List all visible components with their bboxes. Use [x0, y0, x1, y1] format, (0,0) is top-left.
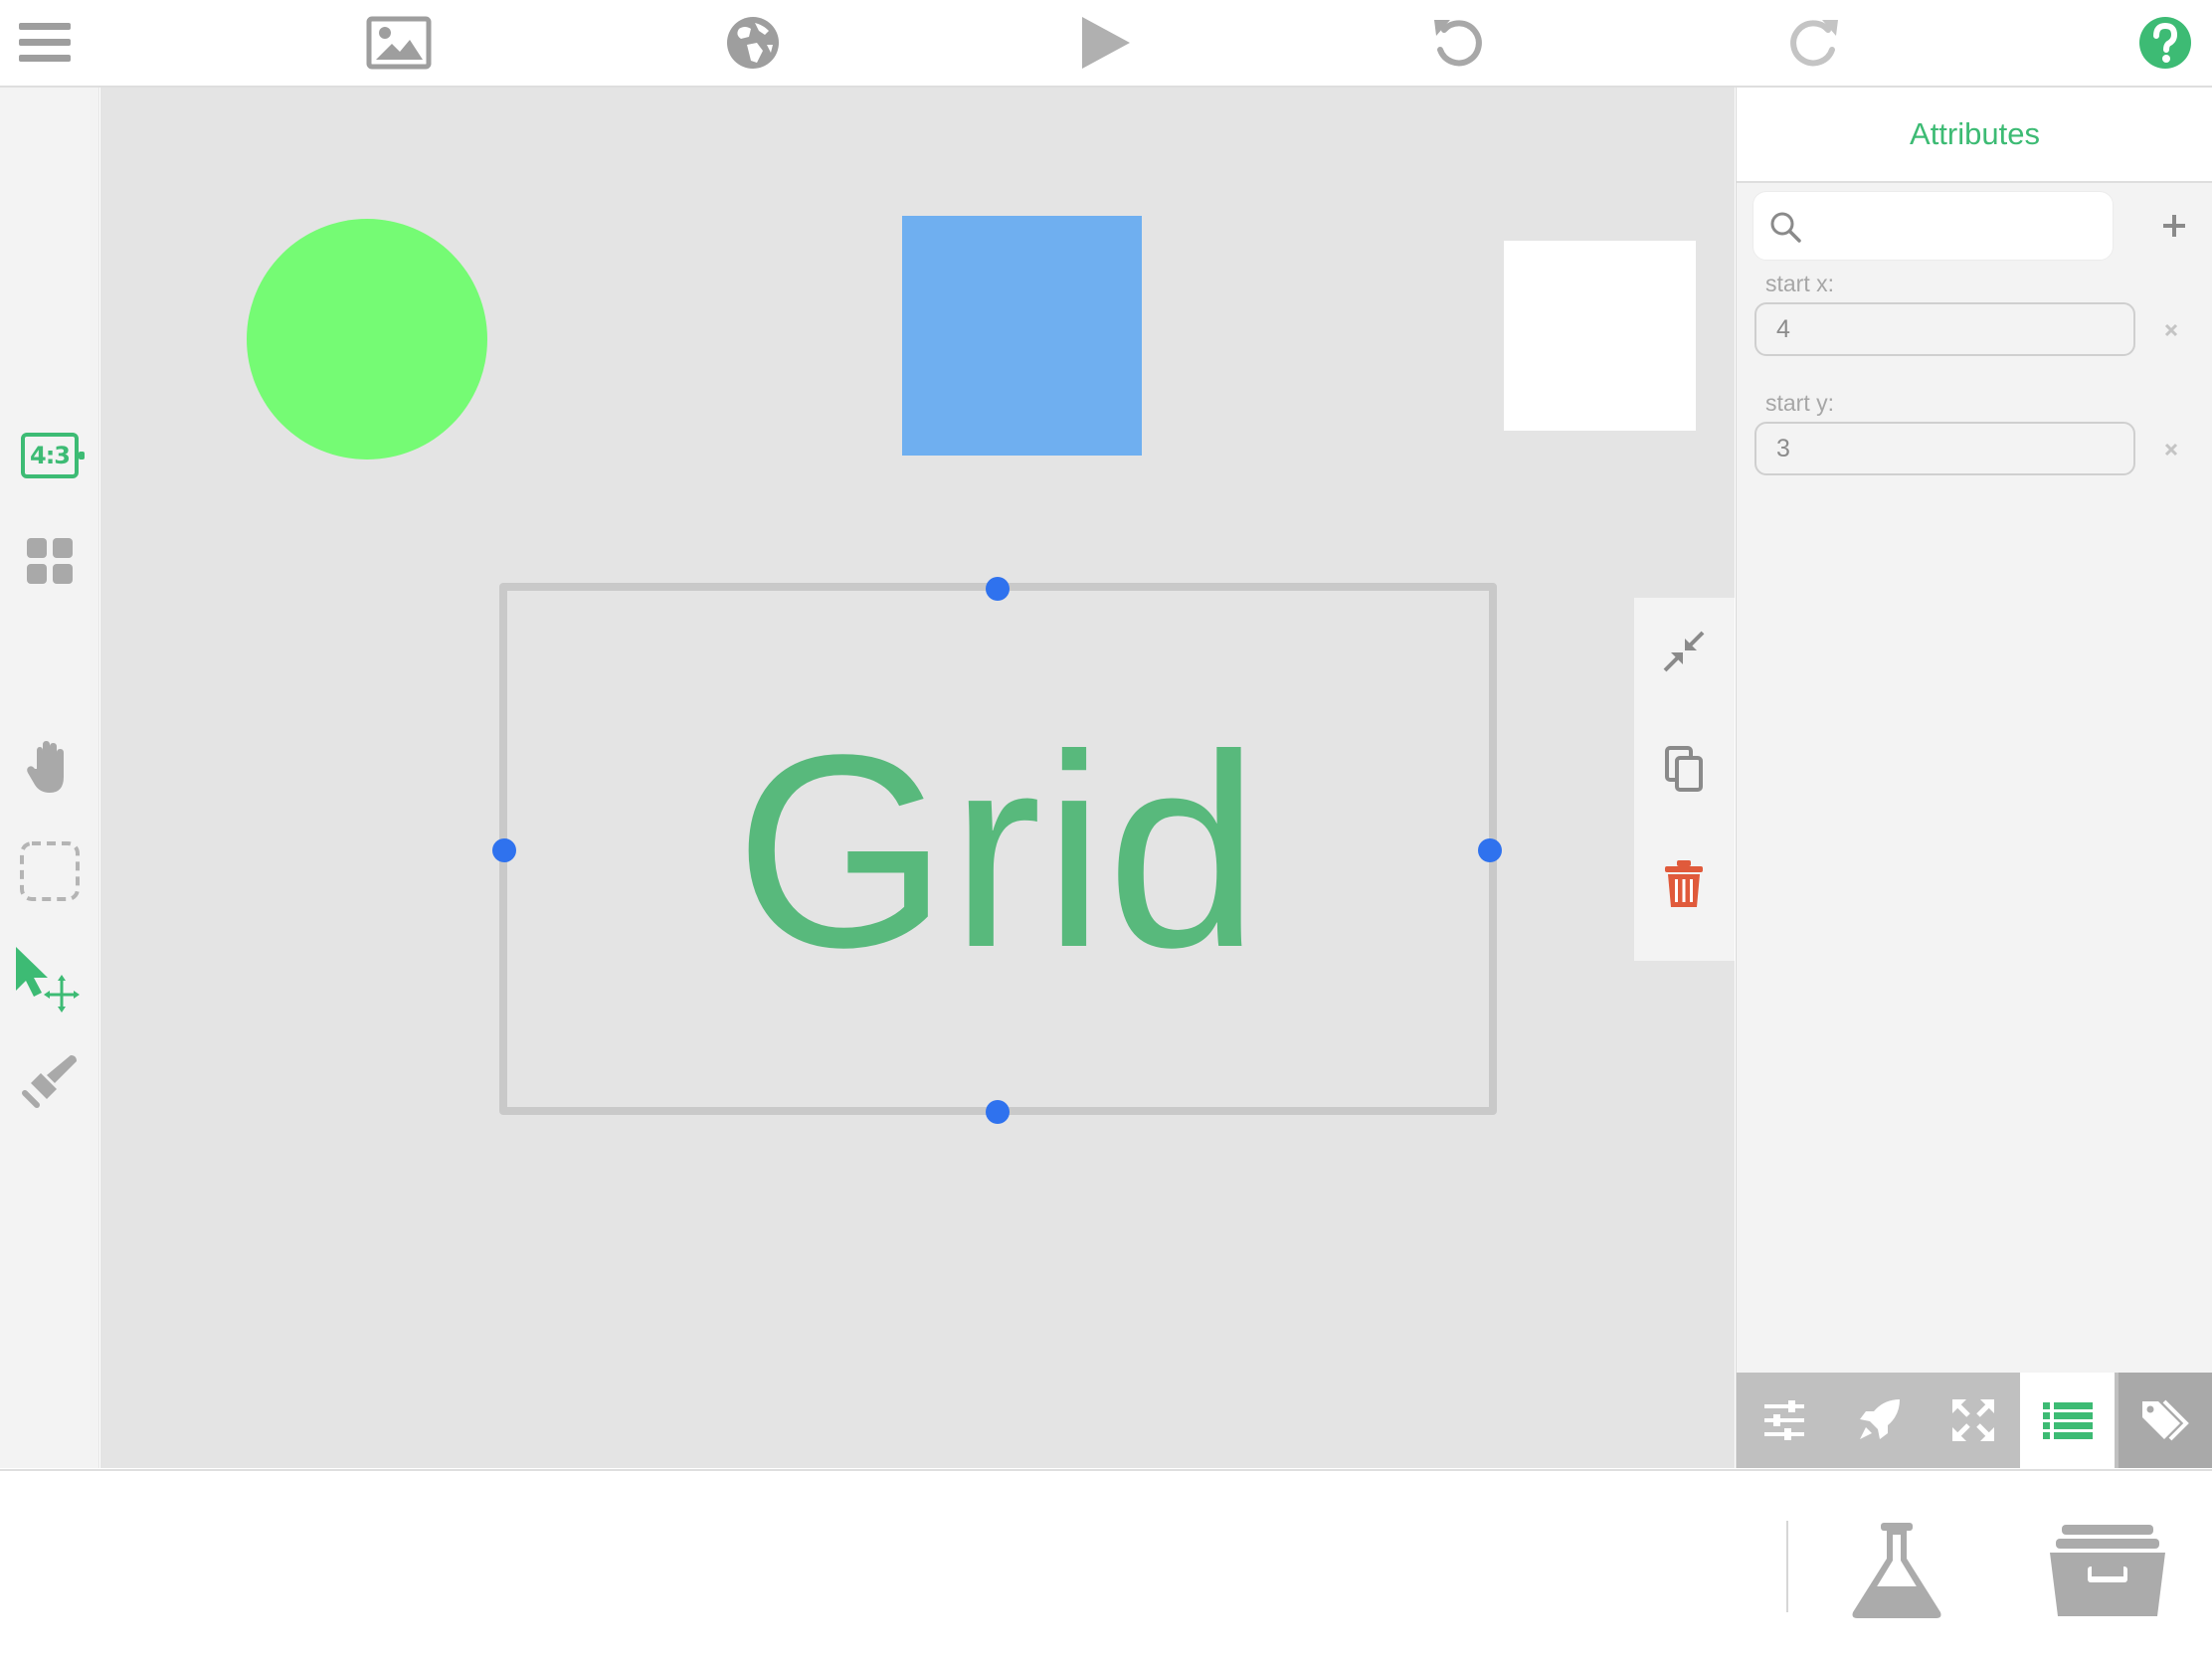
image-icon: [366, 16, 432, 70]
attribute-label-start-x: start x:: [1765, 271, 1835, 296]
duplicate-button[interactable]: [1652, 737, 1716, 801]
undo-button[interactable]: [1424, 10, 1494, 76]
sliders-icon: [1763, 1400, 1804, 1440]
help-icon: [2139, 17, 2191, 69]
undo-icon: [1434, 20, 1482, 67]
compress-arrows-icon: [1663, 631, 1705, 672]
marquee-select-button[interactable]: [14, 835, 86, 907]
blue-square-shape[interactable]: [902, 216, 1142, 456]
white-square-shape[interactable]: [1504, 241, 1696, 431]
aspect-ratio-icon: 4:3: [21, 433, 85, 478]
menu-button[interactable]: [10, 10, 80, 76]
close-icon: [2164, 443, 2178, 457]
object-tools: [1634, 598, 1735, 961]
start-x-field[interactable]: [1754, 302, 2135, 356]
aspect-ratio-button[interactable]: 4:3: [14, 420, 86, 491]
play-button[interactable]: [1070, 10, 1140, 76]
bottom-divider: [1786, 1521, 1788, 1612]
globe-button[interactable]: [718, 10, 788, 76]
image-button[interactable]: [364, 10, 434, 76]
help-button[interactable]: [2130, 10, 2200, 76]
menu-icon: [19, 23, 71, 62]
shrink-button[interactable]: [1652, 620, 1716, 683]
grid-apps-icon: [27, 538, 73, 584]
resize-handle-top[interactable]: [986, 577, 1010, 601]
play-icon: [1082, 17, 1130, 69]
top-toolbar: [0, 0, 2212, 88]
redo-icon: [1790, 20, 1838, 67]
attributes-panel: Attributes start x: start y:: [1736, 88, 2212, 1468]
tab-properties[interactable]: [1737, 1373, 1831, 1468]
tab-layout[interactable]: [1926, 1373, 2020, 1468]
search-icon: [1770, 212, 1801, 243]
list-icon: [2042, 1402, 2093, 1439]
resize-handle-right[interactable]: [1478, 838, 1502, 862]
clear-start-x-button[interactable]: [2157, 316, 2185, 344]
archive-button[interactable]: [2043, 1516, 2172, 1625]
flask-icon: [1852, 1523, 1941, 1618]
clear-start-y-button[interactable]: [2157, 436, 2185, 463]
grid-widget[interactable]: Grid: [499, 583, 1497, 1115]
selection-marquee-icon: [20, 841, 80, 901]
stamp-icon: [22, 1055, 77, 1108]
delete-button[interactable]: [1652, 852, 1716, 916]
canvas[interactable]: Grid: [100, 88, 1735, 1468]
experiment-button[interactable]: [1832, 1516, 1961, 1625]
add-attribute-button[interactable]: [2157, 209, 2191, 243]
panel-tab-bar: [1737, 1373, 2212, 1468]
attribute-search[interactable]: [1752, 191, 2114, 261]
plus-icon: [2163, 215, 2185, 237]
hand-pan-icon: [27, 741, 64, 793]
close-icon: [2164, 323, 2178, 337]
expand-icon: [1951, 1399, 1994, 1441]
redo-button[interactable]: [1778, 10, 1848, 76]
select-move-icon: [16, 947, 80, 1013]
pan-tool-button[interactable]: [14, 732, 86, 804]
green-circle-shape[interactable]: [247, 219, 487, 460]
globe-icon: [727, 17, 779, 69]
select-move-button[interactable]: [14, 945, 86, 1016]
tags-icon: [2141, 1399, 2189, 1441]
archive-icon: [2050, 1525, 2165, 1616]
grid-widget-label: Grid: [734, 698, 1262, 1005]
apps-button[interactable]: [14, 525, 86, 597]
stamp-button[interactable]: [14, 1044, 86, 1116]
start-y-field[interactable]: [1754, 422, 2135, 475]
copy-icon: [1665, 746, 1703, 792]
rocket-icon: [1859, 1399, 1900, 1439]
panel-title: Attributes: [1737, 88, 2212, 183]
attribute-label-start-y: start y:: [1765, 390, 1835, 416]
tab-behaviors[interactable]: [1831, 1373, 1926, 1468]
trash-icon: [1665, 860, 1703, 907]
resize-handle-bottom[interactable]: [986, 1100, 1010, 1124]
resize-handle-left[interactable]: [492, 838, 516, 862]
tab-tags[interactable]: [2119, 1373, 2212, 1468]
left-sidebar: 4:3: [0, 88, 99, 1468]
search-input[interactable]: [1811, 202, 2100, 252]
tab-attributes[interactable]: [2020, 1373, 2115, 1468]
bottom-tray: [0, 1469, 2212, 1659]
